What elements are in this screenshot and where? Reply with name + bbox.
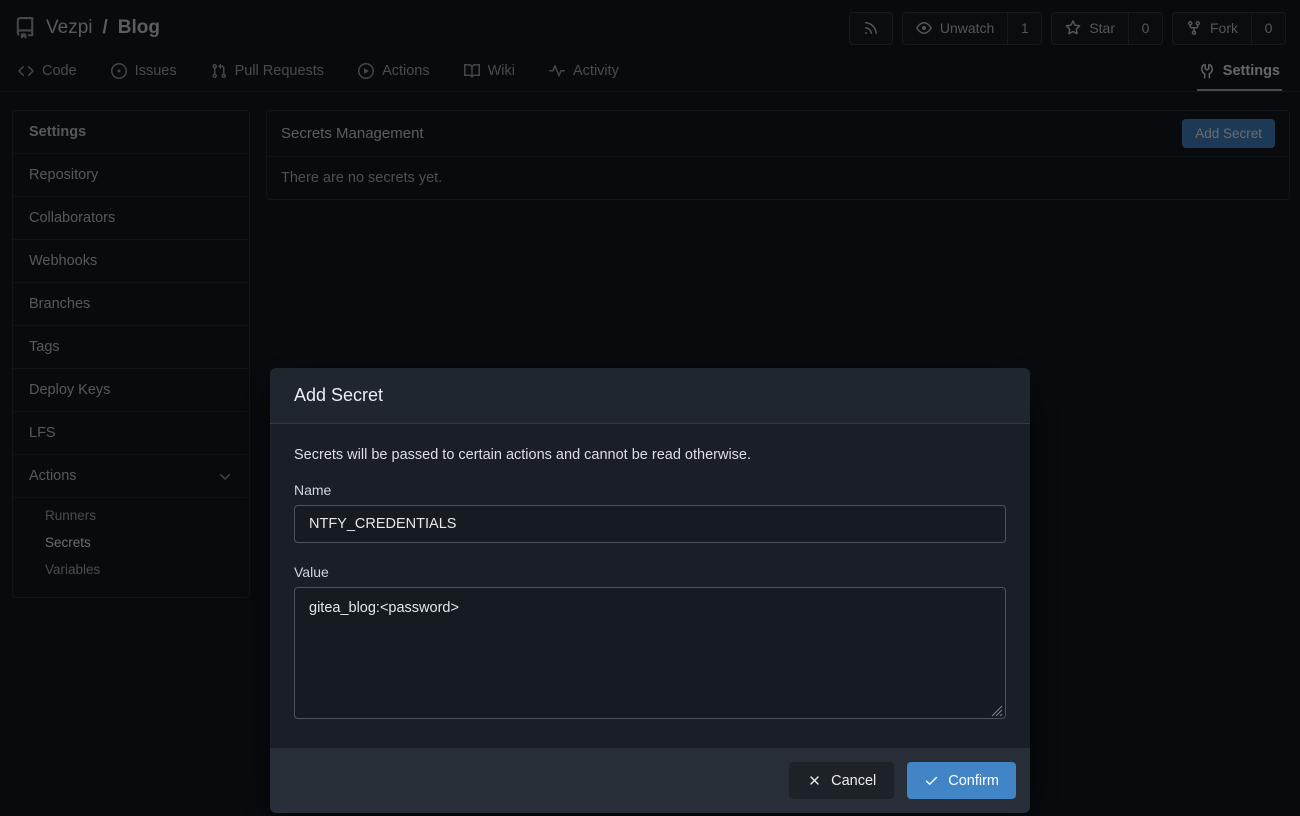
confirm-button-label: Confirm [948,773,999,789]
cancel-button[interactable]: Cancel [789,762,894,799]
secret-value-textarea[interactable]: gitea_blog:<password> [294,587,1006,719]
check-icon [924,773,939,788]
value-field-wrap: gitea_blog:<password> [294,587,1006,724]
secret-name-input[interactable] [294,505,1006,543]
name-field-label: Name [294,482,1006,498]
modal-body: Secrets will be passed to certain action… [270,424,1030,748]
value-field-label: Value [294,564,1006,580]
textarea-resize-handle[interactable] [991,705,1003,717]
x-icon [807,773,822,788]
add-secret-modal: Add Secret Secrets will be passed to cer… [270,368,1030,813]
confirm-button[interactable]: Confirm [907,762,1016,799]
modal-description: Secrets will be passed to certain action… [294,447,1006,463]
modal-title: Add Secret [270,368,1030,424]
modal-footer: Cancel Confirm [270,748,1030,813]
cancel-button-label: Cancel [831,773,876,789]
